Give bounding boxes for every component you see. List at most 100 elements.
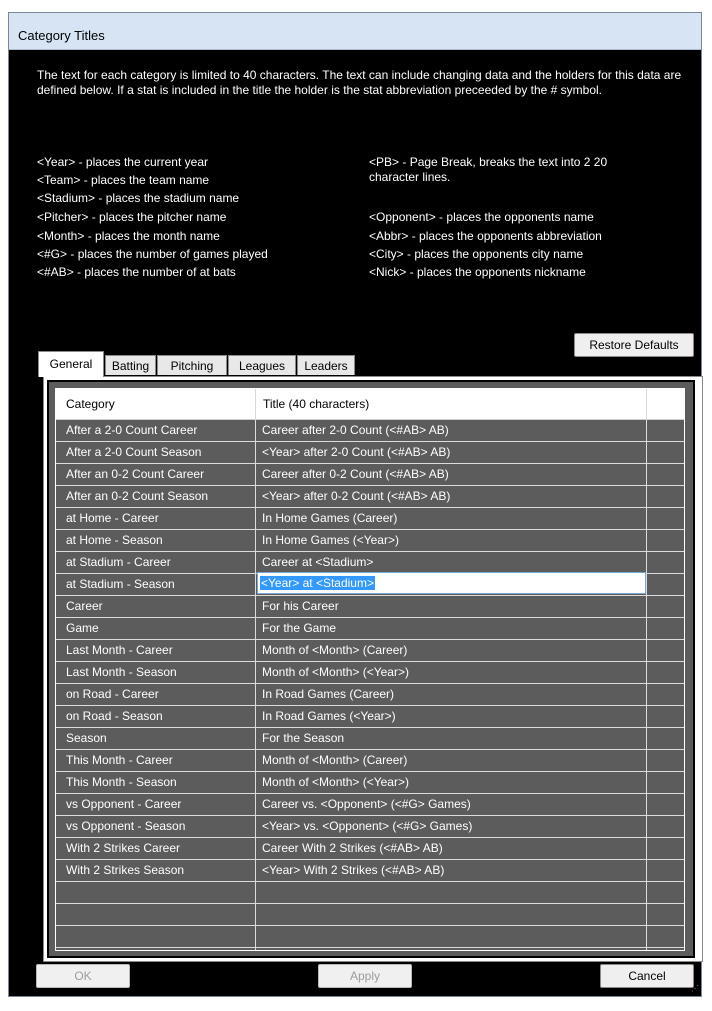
cancel-button[interactable]: Cancel xyxy=(600,964,694,988)
category-cell[interactable]: After an 0-2 Count Season xyxy=(66,489,208,503)
table-row[interactable]: Game For the Game xyxy=(56,618,684,640)
empty-row[interactable] xyxy=(56,926,684,948)
table-row[interactable]: This Month - Season Month of <Month> (<Ye… xyxy=(56,772,684,794)
holder-definition: <#AB> - places the number of at bats xyxy=(37,265,236,279)
header-title[interactable]: Title (40 characters) xyxy=(263,397,369,411)
title-cell[interactable]: Career With 2 Strikes (<#AB> AB) xyxy=(262,841,443,855)
table-row[interactable]: Career For his Career xyxy=(56,596,684,618)
resize-grip-icon[interactable]: ⋰ xyxy=(691,985,699,993)
title-edit-field[interactable]: <Year> at <Stadium> xyxy=(257,572,646,594)
title-cell[interactable]: Month of <Month> (<Year>) xyxy=(262,665,409,679)
tab-batting[interactable]: Batting xyxy=(105,355,156,375)
column-divider xyxy=(255,419,256,950)
tab-general[interactable]: General xyxy=(38,351,104,377)
tab-pitching[interactable]: Pitching xyxy=(157,355,227,375)
title-cell[interactable]: Month of <Month> (<Year>) xyxy=(262,775,409,789)
title-cell[interactable]: In Home Games (<Year>) xyxy=(262,533,399,547)
category-grid: Category Title (40 characters) After a 2… xyxy=(47,380,695,958)
category-cell[interactable]: on Road - Season xyxy=(66,709,163,723)
holder-definition: <Nick> - places the opponents nickname xyxy=(369,265,586,279)
table-row[interactable]: This Month - Career Month of <Month> (Car… xyxy=(56,750,684,772)
category-cell[interactable]: Last Month - Career xyxy=(66,643,173,657)
category-cell[interactable]: After a 2-0 Count Career xyxy=(66,423,197,437)
table-row[interactable]: After an 0-2 Count Season <Year> after 0-… xyxy=(56,486,684,508)
table-row[interactable]: at Stadium - Season <Year> at <Stadium> xyxy=(56,572,684,596)
title-cell[interactable]: Month of <Month> (Career) xyxy=(262,753,407,767)
category-cell[interactable]: Season xyxy=(66,731,107,745)
column-divider xyxy=(646,419,647,950)
selected-text: <Year> at <Stadium> xyxy=(260,576,375,590)
category-cell[interactable]: With 2 Strikes Season xyxy=(66,863,184,877)
title-cell[interactable]: For his Career xyxy=(262,599,339,613)
category-cell[interactable]: at Home - Season xyxy=(66,533,163,547)
holder-definition: character lines. xyxy=(369,170,451,184)
title-cell[interactable]: In Road Games (<Year>) xyxy=(262,709,396,723)
title-cell[interactable]: Month of <Month> (Career) xyxy=(262,643,407,657)
category-cell[interactable]: Last Month - Season xyxy=(66,665,177,679)
empty-row[interactable] xyxy=(56,882,684,904)
empty-row[interactable] xyxy=(56,904,684,926)
category-cell[interactable]: vs Opponent - Career xyxy=(66,797,181,811)
ok-button[interactable]: OK xyxy=(36,964,130,988)
holder-definition: <City> - places the opponents city name xyxy=(369,247,584,261)
table-row[interactable]: After a 2-0 Count Career Career after 2-0… xyxy=(56,420,684,442)
table-row[interactable]: on Road - Season In Road Games (<Year>) xyxy=(56,706,684,728)
holder-definition: <Month> - places the month name xyxy=(37,229,220,243)
title-cell[interactable]: For the Season xyxy=(262,731,344,745)
title-cell[interactable]: Career after 2-0 Count (<#AB> AB) xyxy=(262,423,449,437)
table-row[interactable]: vs Opponent - Career Career vs. <Opponent… xyxy=(56,794,684,816)
title-cell[interactable]: For the Game xyxy=(262,621,336,635)
table-row[interactable]: With 2 Strikes Career Career With 2 Strik… xyxy=(56,838,684,860)
table-row[interactable]: at Stadium - Career Career at <Stadium> xyxy=(56,552,684,574)
table-row[interactable]: at Home - Career In Home Games (Career) xyxy=(56,508,684,530)
table-row[interactable]: With 2 Strikes Season <Year> With 2 Strik… xyxy=(56,860,684,882)
category-cell[interactable]: After an 0-2 Count Career xyxy=(66,467,204,481)
category-cell[interactable]: at Stadium - Career xyxy=(66,555,171,569)
tab-leaders[interactable]: Leaders xyxy=(297,355,355,375)
tab-leagues[interactable]: Leagues xyxy=(228,355,296,375)
description-text: The text for each category is limited to… xyxy=(37,68,682,97)
category-cell[interactable]: After a 2-0 Count Season xyxy=(66,445,201,459)
title-cell[interactable]: Career at <Stadium> xyxy=(262,555,373,569)
empty-row[interactable] xyxy=(56,948,684,950)
category-cell[interactable]: With 2 Strikes Career xyxy=(66,841,180,855)
header-separator xyxy=(255,389,256,419)
holder-definition: <Stadium> - places the stadium name xyxy=(37,191,240,205)
title-cell[interactable]: In Home Games (Career) xyxy=(262,511,397,525)
title-cell[interactable]: In Road Games (Career) xyxy=(262,687,394,701)
table-row[interactable]: at Home - Season In Home Games (<Year>) xyxy=(56,530,684,552)
category-cell[interactable]: Career xyxy=(66,599,103,613)
title-cell[interactable]: Career after 0-2 Count (<#AB> AB) xyxy=(262,467,449,481)
title-cell[interactable]: <Year> vs. <Opponent> (<#G> Games) xyxy=(262,819,472,833)
grid-header: Category Title (40 characters) xyxy=(56,389,684,420)
grid-body: Category Title (40 characters) After a 2… xyxy=(55,388,685,951)
table-row[interactable]: Last Month - Season Month of <Month> (<Ye… xyxy=(56,662,684,684)
category-cell[interactable]: This Month - Career xyxy=(66,753,173,767)
title-cell[interactable]: <Year> after 0-2 Count (<#AB> AB) xyxy=(262,489,450,503)
window-title: Category Titles xyxy=(18,28,105,43)
category-cell[interactable]: at Home - Career xyxy=(66,511,159,525)
table-row[interactable]: on Road - Career In Road Games (Career) xyxy=(56,684,684,706)
table-row[interactable]: After an 0-2 Count Career Career after 0-… xyxy=(56,464,684,486)
holder-definition: <Year> - places the current year xyxy=(37,155,208,169)
table-row[interactable]: vs Opponent - Season <Year> vs. <Opponent… xyxy=(56,816,684,838)
category-cell[interactable]: This Month - Season xyxy=(66,775,177,789)
title-cell[interactable]: <Year> With 2 Strikes (<#AB> AB) xyxy=(262,863,444,877)
title-cell[interactable]: Career vs. <Opponent> (<#G> Games) xyxy=(262,797,471,811)
holder-definition: <#G> - places the number of games played xyxy=(37,247,268,261)
title-cell[interactable]: <Year> after 2-0 Count (<#AB> AB) xyxy=(262,445,450,459)
holder-definition: <Team> - places the team name xyxy=(37,173,210,187)
category-cell[interactable]: on Road - Career xyxy=(66,687,159,701)
category-cell[interactable]: at Stadium - Season xyxy=(66,577,175,591)
table-row[interactable]: After a 2-0 Count Season <Year> after 2-0… xyxy=(56,442,684,464)
header-category[interactable]: Category xyxy=(66,397,115,411)
restore-defaults-button[interactable]: Restore Defaults xyxy=(574,333,694,357)
table-row[interactable]: Last Month - Career Month of <Month> (Car… xyxy=(56,640,684,662)
category-cell[interactable]: Game xyxy=(66,621,99,635)
apply-button[interactable]: Apply xyxy=(318,964,412,988)
category-cell[interactable]: vs Opponent - Season xyxy=(66,819,185,833)
holder-definition: <Abbr> - places the opponents abbreviati… xyxy=(369,229,602,243)
table-row[interactable]: Season For the Season xyxy=(56,728,684,750)
holder-definition: <Opponent> - places the opponents name xyxy=(369,210,594,224)
header-separator xyxy=(646,389,647,419)
